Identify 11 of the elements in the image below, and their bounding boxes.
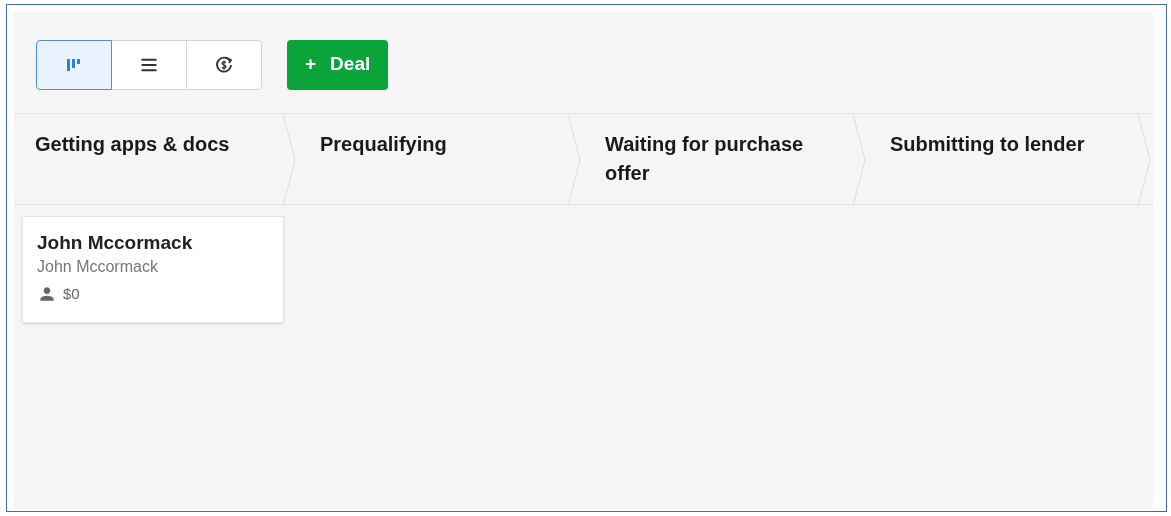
stage-title: Prequalifying	[320, 132, 448, 157]
deal-title: John Mccormack	[37, 231, 194, 255]
stage-title: Getting apps & docs	[35, 132, 231, 157]
kanban-icon	[67, 57, 81, 72]
view-toggle-button[interactable]	[36, 39, 112, 90]
deal-card[interactable]: John Mccormack John Mccormack $0	[22, 216, 284, 323]
deal-contact: John Mccormack	[37, 257, 159, 277]
dollar-refresh-icon	[214, 54, 234, 75]
deal-value: $0	[63, 284, 80, 304]
stage-title: Submitting to lender	[890, 132, 1086, 157]
stage-title: Waiting for purchase offer	[605, 132, 805, 186]
